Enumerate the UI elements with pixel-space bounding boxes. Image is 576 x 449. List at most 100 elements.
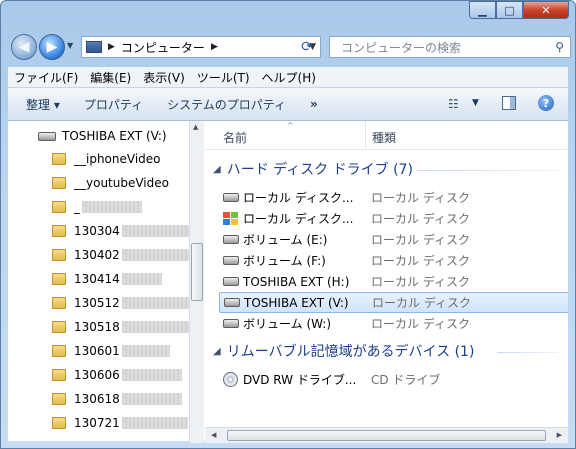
scrollbar-thumb[interactable]	[191, 243, 203, 301]
drive-row[interactable]: ボリューム (F:) ローカル ディスク	[219, 250, 568, 271]
tree-item-folder[interactable]: __iphoneVideo	[52, 148, 161, 170]
folder-icon	[52, 297, 66, 309]
folder-icon	[52, 249, 66, 261]
drive-type: ローカル ディスク	[371, 317, 470, 331]
folder-icon	[52, 177, 66, 189]
redacted-text	[121, 249, 189, 261]
breadcrumb-separator-icon[interactable]: ▶	[108, 42, 115, 52]
folder-icon	[52, 201, 66, 213]
scroll-up-icon[interactable]: ▲	[193, 123, 198, 131]
tree-item-drive[interactable]: TOSHIBA EXT (V:)	[38, 125, 167, 147]
tree-item-folder[interactable]: _	[52, 196, 142, 218]
hard-drive-icon	[224, 298, 240, 307]
column-type[interactable]: 種類	[372, 129, 396, 146]
more-commands-button[interactable]: »	[298, 97, 330, 111]
tree-item-folder[interactable]: 130518	[52, 316, 189, 338]
hard-drive-icon	[223, 235, 239, 244]
navigation-pane: TOSHIBA EXT (V:) __iphoneVideo __youtube…	[8, 121, 189, 443]
hard-drive-icon	[223, 256, 239, 265]
folder-icon	[52, 345, 66, 357]
menu-file[interactable]: ファイル(F)	[8, 69, 84, 86]
redacted-text	[121, 393, 182, 405]
group-header-removable[interactable]: ◢ リムーバブル記憶域があるデバイス (1)	[213, 341, 474, 361]
drive-row[interactable]: TOSHIBA EXT (H:) ローカル ディスク	[219, 271, 568, 292]
tree-item-folder[interactable]: 130618	[52, 388, 182, 410]
organize-button[interactable]: 整理 ▾	[8, 96, 72, 113]
drive-type: ローカル ディスク	[371, 254, 470, 268]
tree-item-folder[interactable]: 130414	[52, 268, 162, 290]
redacted-text	[82, 201, 142, 213]
preview-pane-icon[interactable]	[502, 96, 516, 110]
breadcrumb-separator-icon[interactable]: ▶	[211, 42, 218, 52]
tree-item-folder[interactable]: 130721	[52, 412, 188, 434]
collapse-icon[interactable]: ◢	[213, 164, 221, 175]
menu-help[interactable]: ヘルプ(H)	[256, 69, 322, 86]
folder-icon	[52, 273, 66, 285]
drive-type: ローカル ディスク	[371, 212, 470, 226]
drive-row[interactable]: ローカル ディスク... ローカル ディスク	[219, 208, 568, 229]
group-header-hard-disk[interactable]: ◢ ハード ディスク ドライブ (7)	[213, 159, 413, 179]
tree-item-folder[interactable]: 130304	[52, 220, 189, 242]
forward-button[interactable]: ▶	[39, 34, 65, 60]
system-properties-button[interactable]: システムのプロパティ	[155, 96, 298, 113]
drive-name: ローカル ディスク...	[243, 212, 354, 226]
tree-item-folder[interactable]: 130606	[52, 364, 182, 386]
change-view-icon[interactable]: ☷	[448, 97, 459, 111]
maximize-button[interactable]: □	[496, 1, 523, 19]
drive-row[interactable]: ボリューム (W:) ローカル ディスク	[219, 313, 568, 334]
folder-icon	[52, 393, 66, 405]
tree-item-label: 130414	[74, 272, 120, 286]
tree-item-folder[interactable]: 130402	[52, 244, 189, 266]
scroll-right-icon[interactable]: ▶	[557, 431, 562, 439]
scrollbar-thumb[interactable]	[227, 430, 546, 441]
drive-type: ローカル ディスク	[372, 296, 471, 310]
tree-item-label: 130518	[74, 320, 120, 334]
tree-item-folder[interactable]: 130512	[52, 292, 189, 314]
recent-pages-chevron-icon[interactable]: ▼	[67, 41, 73, 50]
folder-icon	[52, 369, 66, 381]
navigation-pane-scrollbar[interactable]: ▲	[189, 121, 204, 443]
dvd-drive-icon	[223, 372, 238, 387]
drive-row-selected[interactable]: TOSHIBA EXT (V:) ローカル ディスク	[219, 292, 568, 313]
group-title: リムーバブル記憶域があるデバイス (1)	[226, 344, 475, 360]
column-divider[interactable]	[365, 121, 366, 149]
collapse-icon[interactable]: ◢	[213, 346, 221, 357]
breadcrumb-computer[interactable]: コンピューター	[121, 39, 205, 56]
address-bar[interactable]: ▶ コンピューター ▶ ▼	[81, 36, 321, 58]
refresh-button[interactable]: ⟳	[297, 37, 317, 57]
drive-name: TOSHIBA EXT (V:)	[244, 295, 349, 310]
close-button[interactable]: ✕	[523, 1, 569, 19]
redacted-text	[121, 225, 189, 237]
command-bar: 整理 ▾ プロパティ システムのプロパティ » ☷ ▼ ?	[8, 88, 568, 121]
back-button[interactable]: ◀	[11, 34, 37, 60]
tree-item-label: 130304	[74, 224, 120, 238]
drive-type: ローカル ディスク	[371, 275, 470, 289]
tree-item-folder[interactable]: 130601	[52, 340, 170, 362]
file-list-horizontal-scrollbar[interactable]: ◀ ▶	[205, 427, 568, 443]
menu-edit[interactable]: 編集(E)	[84, 69, 137, 86]
drive-name: ボリューム (E:)	[243, 233, 328, 247]
view-options-dropdown-icon[interactable]: ▼	[472, 98, 479, 108]
search-icon[interactable]: ⚲	[555, 40, 564, 54]
help-icon[interactable]: ?	[538, 95, 554, 111]
search-input[interactable]: コンピューターの検索 ⚲	[329, 36, 571, 58]
tree-item-label: 130606	[74, 368, 120, 382]
tree-item-label: TOSHIBA EXT (V:)	[62, 129, 167, 143]
drive-row[interactable]: ボリューム (E:) ローカル ディスク	[219, 229, 568, 250]
drive-row[interactable]: DVD RW ドライブ... CD ドライブ	[219, 369, 568, 390]
tree-item-label: __iphoneVideo	[74, 152, 161, 166]
properties-button[interactable]: プロパティ	[72, 96, 155, 113]
scroll-left-icon[interactable]: ◀	[211, 431, 216, 439]
computer-icon	[86, 41, 102, 53]
tree-item-label: __youtubeVideo	[74, 176, 169, 190]
tree-item-folder[interactable]: __youtubeVideo	[52, 172, 169, 194]
drive-row[interactable]: ローカル ディスク... ローカル ディスク	[219, 187, 568, 208]
folder-icon	[52, 321, 66, 333]
menu-tools[interactable]: ツール(T)	[191, 69, 256, 86]
search-placeholder: コンピューターの検索	[341, 40, 462, 55]
column-name[interactable]: 名前	[223, 129, 247, 146]
content-area: TOSHIBA EXT (V:) __iphoneVideo __youtube…	[8, 121, 568, 443]
drive-name: ボリューム (W:)	[243, 317, 332, 331]
minimize-button[interactable]: ▁	[469, 1, 496, 19]
menu-view[interactable]: 表示(V)	[137, 69, 191, 86]
